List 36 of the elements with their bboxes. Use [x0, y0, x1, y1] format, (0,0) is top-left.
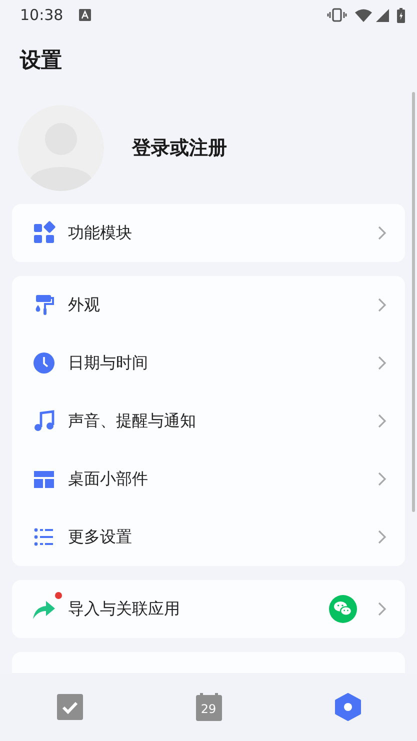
chevron-right-icon — [377, 529, 387, 545]
vibrate-icon — [327, 8, 347, 22]
clock-icon — [32, 351, 56, 375]
item-label: 功能模块 — [68, 222, 133, 244]
settings-item[interactable]: 更多设置 — [12, 508, 405, 566]
chevron-right-icon — [377, 297, 387, 313]
settings-item[interactable]: 桌面小部件 — [12, 450, 405, 508]
settings-item[interactable]: 外观 — [12, 276, 405, 334]
item-label: 声音、提醒与通知 — [68, 410, 197, 432]
chevron-right-icon — [377, 413, 387, 429]
item-label: 导入与关联应用 — [68, 598, 181, 620]
checkbox-icon — [56, 694, 82, 720]
modules-icon — [32, 221, 56, 245]
item-label: 更多设置 — [68, 526, 133, 548]
status-time: 10:38 — [20, 4, 64, 26]
item-label: 外观 — [68, 294, 101, 316]
login-link[interactable]: 登录或注册 — [132, 134, 227, 162]
music-note-icon — [32, 409, 56, 433]
calendar-date: 29 — [200, 702, 218, 716]
item-label: 日期与时间 — [68, 352, 149, 374]
page-title: 设置 — [20, 47, 62, 74]
signal-icon — [376, 8, 389, 22]
settings-item[interactable]: 功能模块 — [12, 204, 405, 262]
item-label: 桌面小部件 — [68, 468, 149, 490]
settings-icon — [334, 693, 360, 721]
battery-icon — [397, 8, 405, 22]
chevron-right-icon — [377, 355, 387, 371]
chevron-right-icon — [377, 225, 387, 241]
settings-item[interactable]: 日期与时间 — [12, 334, 405, 392]
keyboard-icon — [79, 9, 92, 21]
settings-item[interactable]: 声音、提醒与通知 — [12, 392, 405, 450]
chevron-right-icon — [377, 471, 387, 487]
chevron-right-icon — [377, 601, 387, 617]
settings-item[interactable]: 导入与关联应用 — [12, 580, 405, 638]
wifi-icon — [355, 8, 372, 22]
calendar-icon — [196, 693, 222, 721]
